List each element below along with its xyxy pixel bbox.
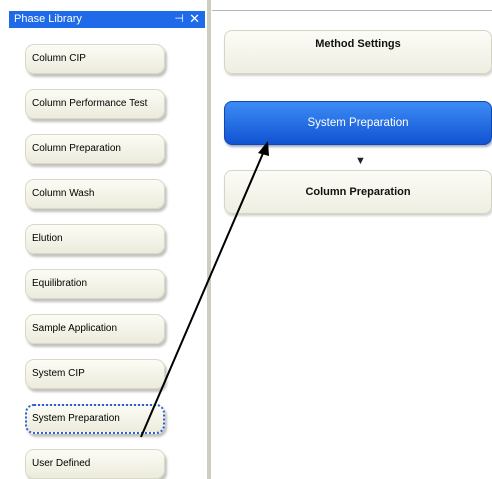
step-system-preparation-label: System Preparation <box>307 117 409 129</box>
pin-icon[interactable]: ⊣ <box>174 11 184 28</box>
phase-sample-application[interactable]: Sample Application <box>25 314 165 344</box>
close-icon[interactable]: ✕ <box>189 11 200 27</box>
phase-library-panel: Phase Library ⊣ ✕ Column CIP Column Perf… <box>0 0 207 479</box>
step-method-settings[interactable]: Method Settings <box>224 30 492 74</box>
top-divider <box>212 10 492 11</box>
phase-system-preparation[interactable]: System Preparation <box>25 404 165 434</box>
phase-elution[interactable]: Elution <box>25 224 165 254</box>
step-column-preparation[interactable]: Column Preparation <box>224 170 492 214</box>
phase-equilibration[interactable]: Equilibration <box>25 269 165 299</box>
phase-column-preparation[interactable]: Column Preparation <box>25 134 165 164</box>
phase-column-wash[interactable]: Column Wash <box>25 179 165 209</box>
step-column-preparation-label: Column Preparation <box>305 186 411 198</box>
step-system-preparation[interactable]: System Preparation <box>224 101 492 145</box>
phase-library-title: Phase Library <box>14 13 82 25</box>
phase-user-defined[interactable]: User Defined <box>25 449 165 479</box>
flow-arrow-icon: ▼ <box>355 155 366 167</box>
phase-column-cip[interactable]: Column CIP <box>25 44 165 74</box>
phase-library-header: Phase Library ⊣ ✕ <box>9 11 205 28</box>
phase-system-cip[interactable]: System CIP <box>25 359 165 389</box>
phase-column-performance-test[interactable]: Column Performance Test <box>25 89 165 119</box>
step-method-settings-label: Method Settings <box>315 38 401 50</box>
